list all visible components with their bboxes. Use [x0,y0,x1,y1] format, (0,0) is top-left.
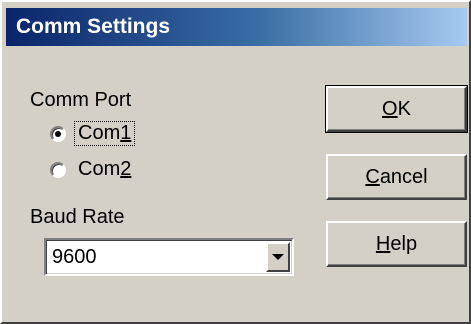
chevron-down-icon [272,254,284,260]
radio-selected-dot [55,130,61,137]
help-button[interactable]: Help [326,221,467,267]
window-title: Comm Settings [16,15,171,38]
cancel-button[interactable]: Cancel [326,154,467,200]
dropdown-button[interactable] [266,242,290,272]
baud-rate-select[interactable]: 9600 [44,238,294,276]
comm-settings-dialog: Comm Settings Comm Port Com1 Com2 Baud R… [0,0,471,324]
comm-port-label: Comm Port [30,89,132,111]
ok-button[interactable]: OK [325,85,468,133]
radio-com1[interactable]: Com1 [50,121,136,146]
baud-rate-label: Baud Rate [30,206,125,228]
radio-com2[interactable]: Com2 [50,158,134,181]
baud-rate-value: 9600 [52,246,97,268]
radio-com2-button[interactable] [50,161,66,178]
radio-com2-label: Com2 [78,158,132,180]
radio-com1-label: Com1 [73,121,136,146]
title-bar[interactable]: Comm Settings [6,8,467,46]
radio-com1-button[interactable] [50,125,66,142]
